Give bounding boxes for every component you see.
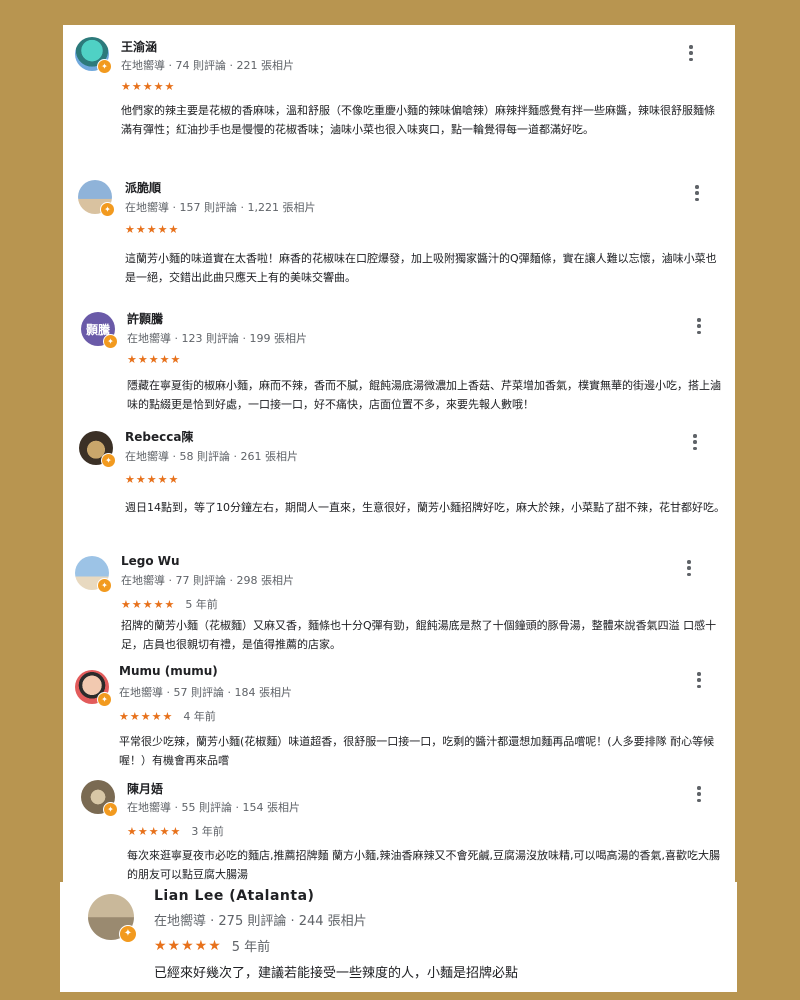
local-guide-badge-icon: ✦ [103,802,118,817]
review-text: 隱藏在寧夏街的椒麻小麵，麻而不辣，香而不膩，餛飩湯底湯微濃加上香菇、芹菜增加香氣… [127,379,721,411]
avatar[interactable]: ✦ [78,180,115,217]
rating: ★★★★★ 5 年前 [154,936,271,956]
reviewer-name[interactable]: Lego Wu [121,554,180,568]
more-vert-icon[interactable] [693,786,705,802]
review-date: 4 年前 [183,710,216,723]
reviewer-meta: 在地嚮導 · 57 則評論 · 184 張相片 [119,686,292,699]
local-guide-badge-icon: ✦ [103,334,118,349]
review-card: ✦ Lego Wu 在地嚮導 · 77 則評論 · 298 張相片 ★★★★★ … [63,548,735,660]
review-text: 週日14點到，等了10分鐘左右，期間人一直來，生意很好，蘭芳小麵招牌好吃，麻大於… [125,501,725,514]
review-text: 這蘭芳小麵的味道實在太香啦！麻香的花椒味在口腔爆發，加上吸附獨家醬汁的Q彈麵條，… [125,252,717,284]
review-date: 3 年前 [191,825,224,838]
review-card: ✦ Lian Lee (Atalanta) 在地嚮導 · 275 則評論 · 2… [60,882,737,992]
local-guide-badge-icon: ✦ [97,692,112,707]
rating: ★★★★★ [121,80,175,93]
avatar[interactable]: 顥騰 ✦ [81,312,118,349]
review-text: 招牌的蘭芳小麵（花椒麵）又麻又香，麵條也十分Q彈有勁，餛飩湯底是熬了十個鐘頭的豚… [121,619,717,651]
review-text: 他們家的辣主要是花椒的香麻味，溫和舒服（不像吃重慶小麵的辣味偏嗆辣）麻辣拌麵感覺… [121,104,715,136]
more-vert-icon[interactable] [689,434,701,450]
local-guide-badge-icon: ✦ [119,925,137,943]
review-date: 5 年前 [231,940,271,955]
star-rating: ★★★★★ [121,80,176,93]
reviewer-meta: 在地嚮導 · 275 則評論 · 244 張相片 [154,914,367,929]
avatar[interactable]: ✦ [88,894,137,943]
star-rating: ★★★★★ [127,353,182,366]
star-rating: ★★★★★ [125,223,180,236]
rating: ★★★★★ 3 年前 [127,823,224,839]
reviewer-meta: 在地嚮導 · 157 則評論 · 1,221 張相片 [125,201,316,214]
review-card: 顥騰 ✦ 許顥騰 在地嚮導 · 123 則評論 · 199 張相片 ★★★★★ … [63,298,735,422]
reviewer-name[interactable]: 陳月娪 [127,780,163,797]
avatar[interactable]: ✦ [81,780,118,817]
rating: ★★★★★ [125,223,179,236]
star-rating: ★★★★★ [119,709,174,723]
review-card: ✦ Rebecca陳 在地嚮導 · 58 則評論 · 261 張相片 ★★★★★… [63,422,735,548]
review-text: 每次來逛寧夏夜市必吃的麵店,推薦招牌麵 蘭方小麵,辣油香麻辣又不會死鹹,豆腐湯沒… [127,849,720,881]
review-date: 5 年前 [185,598,218,611]
star-rating: ★★★★★ [154,937,222,954]
star-rating: ★★★★★ [127,824,182,838]
review-card: ✦ 陳月娪 在地嚮導 · 55 則評論 · 154 張相片 ★★★★★ 3 年前… [63,774,735,882]
more-vert-icon[interactable] [691,185,703,201]
more-vert-icon[interactable] [683,560,695,576]
star-rating: ★★★★★ [125,473,180,486]
local-guide-badge-icon: ✦ [97,59,112,74]
reviewer-name[interactable]: 派脆順 [125,179,161,196]
review-card: ✦ 王渝涵 在地嚮導 · 74 則評論 · 221 張相片 ★★★★★ 他們家的… [63,25,735,165]
review-card: ✦ 派脆順 在地嚮導 · 157 則評論 · 1,221 張相片 ★★★★★ 這… [63,165,735,298]
reviewer-name[interactable]: Lian Lee (Atalanta) [154,888,314,904]
rating: ★★★★★ 4 年前 [119,708,216,724]
review-card: ✦ Mumu (mumu) 在地嚮導 · 57 則評論 · 184 張相片 ★★… [63,660,735,774]
reviewer-meta: 在地嚮導 · 77 則評論 · 298 張相片 [121,574,294,587]
more-vert-icon[interactable] [693,672,705,688]
rating: ★★★★★ 5 年前 [121,596,218,612]
more-vert-icon[interactable] [693,318,705,334]
reviewer-meta: 在地嚮導 · 74 則評論 · 221 張相片 [121,59,294,72]
reviewer-name[interactable]: Rebecca陳 [125,428,193,445]
review-text: 已經來好幾次了，建議若能接受一些辣度的人，小麵是招牌必點 [154,966,519,981]
local-guide-badge-icon: ✦ [97,578,112,593]
reviewer-meta: 在地嚮導 · 55 則評論 · 154 張相片 [127,801,300,814]
reviewer-name[interactable]: Mumu (mumu) [119,664,218,678]
reviewer-name[interactable]: 王渝涵 [121,38,157,55]
star-rating: ★★★★★ [121,597,176,611]
reviewer-meta: 在地嚮導 · 123 則評論 · 199 張相片 [127,332,307,345]
avatar[interactable]: ✦ [79,431,116,468]
rating: ★★★★★ [127,353,181,366]
local-guide-badge-icon: ✦ [100,202,115,217]
reviewer-meta: 在地嚮導 · 58 則評論 · 261 張相片 [125,450,298,463]
avatar[interactable]: ✦ [75,670,112,707]
avatar[interactable]: ✦ [75,37,112,74]
rating: ★★★★★ [125,473,179,486]
local-guide-badge-icon: ✦ [101,453,116,468]
review-text: 平常很少吃辣，蘭芳小麵(花椒麵）味道超香，很舒服一口接一口，吃剩的醬汁都還想加麵… [119,735,715,767]
more-vert-icon[interactable] [685,45,697,61]
reviewer-name[interactable]: 許顥騰 [127,310,163,327]
avatar[interactable]: ✦ [75,556,112,593]
